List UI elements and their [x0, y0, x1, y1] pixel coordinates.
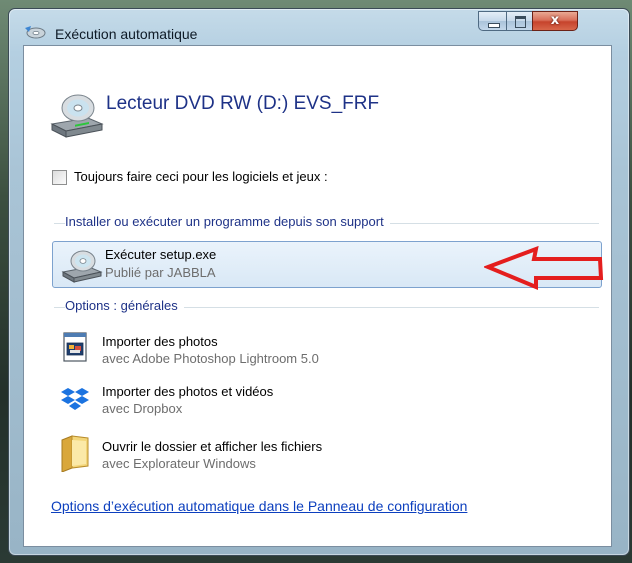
close-button[interactable]: x: [532, 11, 578, 31]
autoplay-icon: [25, 26, 46, 39]
option-title: Exécuter setup.exe: [105, 247, 217, 262]
setup-disc-icon: [61, 250, 103, 283]
folder-icon: [61, 435, 89, 472]
always-do-this-label: Toujours faire ceci pour les logiciels e…: [74, 169, 328, 184]
maximize-icon: [515, 16, 526, 28]
minimize-icon: [488, 23, 500, 28]
close-icon: x: [550, 13, 560, 28]
window-title: Exécution automatique: [55, 26, 198, 42]
device-title: Lecteur DVD RW (D:) EVS_FRF: [106, 93, 380, 114]
minimize-button[interactable]: [478, 11, 507, 31]
group-header-install: Installer ou exécuter un programme depui…: [65, 214, 390, 229]
dropbox-icon: [61, 388, 89, 410]
control-panel-autoplay-link[interactable]: Options d’exécution automatique dans le …: [51, 498, 467, 514]
option-title: Ouvrir le dossier et afficher les fichie…: [102, 439, 323, 454]
title-bar[interactable]: Exécution automatique x: [9, 9, 629, 45]
maximize-button[interactable]: [506, 11, 533, 31]
option-subtitle: avec Adobe Photoshop Lightroom 5.0: [102, 351, 319, 366]
option-subtitle: Publié par JABBLA: [105, 265, 216, 280]
option-subtitle: avec Explorateur Windows: [102, 456, 256, 471]
always-do-this-checkbox[interactable]: [52, 170, 67, 185]
option-open-folder[interactable]: Ouvrir le dossier et afficher les fichie…: [52, 430, 602, 478]
option-import-dropbox[interactable]: Importer des photos et vidéos avec Dropb…: [52, 378, 602, 426]
group-header-general: Options : générales: [65, 298, 184, 313]
dvd-drive-icon: [50, 94, 104, 138]
option-import-photos[interactable]: Importer des photos avec Adobe Photoshop…: [52, 326, 602, 374]
option-title: Importer des photos: [102, 334, 218, 349]
option-subtitle: avec Dropbox: [102, 401, 183, 416]
lightroom-import-icon: [63, 332, 87, 362]
dialog-content: Lecteur DVD RW (D:) EVS_FRF Toujours fai…: [23, 45, 612, 547]
option-title: Importer des photos et vidéos: [102, 384, 274, 399]
red-arrow-annotation: [484, 245, 604, 290]
